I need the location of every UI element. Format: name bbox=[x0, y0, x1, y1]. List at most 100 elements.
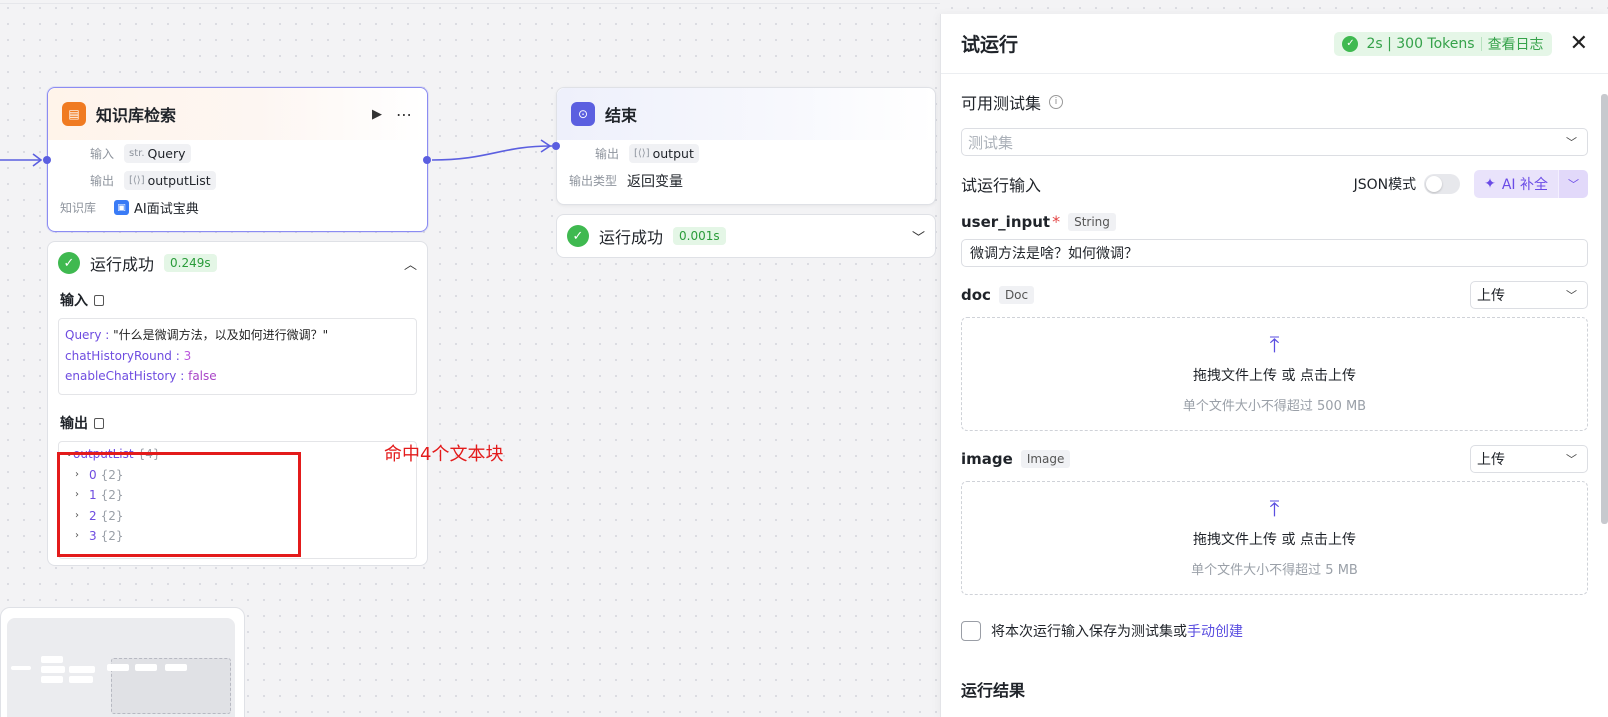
input-line-history-round: chatHistoryRound : 3 bbox=[65, 348, 192, 363]
run-result-label: 运行结果 bbox=[961, 681, 1026, 700]
end-input-port[interactable] bbox=[552, 142, 560, 150]
edge-kb-to-end-arrow bbox=[540, 139, 552, 153]
kb-output-port[interactable] bbox=[423, 156, 431, 164]
end-output-kind-value: 返回变量 bbox=[627, 173, 683, 190]
user-input-type: String bbox=[1068, 212, 1116, 231]
kb-output-value: outputList bbox=[147, 173, 211, 188]
info-icon[interactable]: i bbox=[1049, 95, 1064, 109]
input-value: 3 bbox=[183, 348, 192, 363]
image-mode-select[interactable]: 上传 ﹀ bbox=[1470, 445, 1588, 473]
testset-select[interactable]: 测试集 ﹀ bbox=[961, 128, 1588, 156]
user-input-name: user_input bbox=[961, 212, 1051, 231]
run-input-label: 试运行输入 bbox=[961, 176, 1042, 195]
view-log-link[interactable]: 查看日志 bbox=[1488, 34, 1544, 54]
kb-node-title: 知识库检索 bbox=[96, 106, 177, 125]
image-upload-area[interactable]: ⤒ 拖拽文件上传 或 点击上传 单个文件大小不得超过 5 MB bbox=[961, 481, 1588, 595]
end-node-icon: ⊙ bbox=[571, 102, 595, 126]
end-run-status: 运行成功 bbox=[599, 228, 664, 247]
input-line-query: Query : "什么是微调方法，以及如何进行微调？" bbox=[65, 328, 329, 342]
doc-upload-area[interactable]: ⤒ 拖拽文件上传 或 点击上传 单个文件大小不得超过 500 MB bbox=[961, 317, 1588, 431]
upload-icon: ⤒ bbox=[1269, 332, 1280, 358]
input-line-enable-history: enableChatHistory : false bbox=[65, 369, 217, 383]
save-testset-checkbox[interactable] bbox=[961, 621, 981, 641]
canvas-top-border bbox=[0, 3, 940, 4]
input-key: Query bbox=[65, 328, 102, 342]
doc-mode-value: 上传 bbox=[1477, 288, 1505, 304]
play-icon[interactable]: ▶ bbox=[372, 107, 382, 122]
kb-input-value: Query bbox=[147, 146, 186, 161]
testset-placeholder: 测试集 bbox=[968, 133, 1014, 152]
kb-run-input-title: 输入 bbox=[60, 293, 88, 309]
input-value: false bbox=[188, 369, 217, 383]
panel-header: 试运行 ✓ 2s | 300 Tokens 查看日志 ✕ bbox=[941, 14, 1608, 74]
chevron-down-icon[interactable]: ﹀ bbox=[912, 227, 925, 246]
panel-scrollbar[interactable] bbox=[1601, 94, 1608, 524]
end-node-header: ⊙ 结束 bbox=[557, 88, 935, 140]
chevron-down-icon[interactable]: ﹀ bbox=[1558, 170, 1588, 198]
copy-icon[interactable] bbox=[94, 417, 104, 429]
image-upload-main: 拖拽文件上传 或 点击上传 bbox=[1193, 531, 1356, 548]
kb-source-chip: ▣ AI面试宝典 bbox=[114, 198, 199, 217]
chevron-down-icon: ﹀ bbox=[1566, 136, 1577, 149]
json-mode-toggle[interactable] bbox=[1424, 174, 1461, 194]
sparkle-icon: ✦ bbox=[1484, 176, 1496, 192]
kb-run-input-section: 输入 bbox=[48, 284, 427, 316]
doc-upload-main: 拖拽文件上传 或 点击上传 bbox=[1193, 367, 1356, 384]
type-array-tag: [⟨⟩] bbox=[129, 175, 145, 186]
close-icon[interactable]: ✕ bbox=[1570, 31, 1588, 56]
end-node[interactable]: ⊙ 结束 输出 [⟨⟩] output 输出类型 返回变量 bbox=[556, 87, 936, 205]
kb-run-input-box: Query : "什么是微调方法，以及如何进行微调？" chatHistoryR… bbox=[58, 318, 417, 395]
annotation-highlight-box bbox=[57, 452, 301, 557]
end-run-time: 0.001s bbox=[673, 227, 726, 245]
manual-create-link[interactable]: 手动创建 bbox=[1187, 621, 1243, 641]
success-check-icon: ✓ bbox=[58, 252, 80, 274]
image-mode-value: 上传 bbox=[1477, 452, 1505, 468]
kb-input-label: 输入 bbox=[89, 147, 114, 161]
copy-icon[interactable] bbox=[94, 294, 104, 306]
edge-into-kb-arrow bbox=[32, 153, 43, 167]
end-output-value: output bbox=[652, 146, 694, 161]
chevron-up-icon[interactable]: ︿ bbox=[404, 254, 417, 273]
json-mode-label: JSON模式 bbox=[1353, 177, 1417, 193]
run-status-time: 2s | 300 Tokens bbox=[1366, 35, 1475, 52]
kb-output-chip: [⟨⟩] outputList bbox=[124, 171, 216, 190]
panel-title: 试运行 bbox=[961, 34, 1019, 56]
image-name: image bbox=[961, 450, 1013, 468]
ai-fill-label: AI 补全 bbox=[1501, 177, 1548, 193]
doc-upload-sub: 单个文件大小不得超过 500 MB bbox=[1182, 398, 1367, 414]
upload-icon: ⤒ bbox=[1269, 496, 1280, 522]
testset-label-text: 可用测试集 bbox=[961, 94, 1042, 113]
kb-run-output-section: 输出 bbox=[48, 407, 427, 439]
knowledge-base-node[interactable]: ▤ 知识库检索 ▶ ⋯ 输入 str. Query 输出 [⟨⟩] outputLi… bbox=[47, 87, 428, 232]
chevron-down-icon: ﹀ bbox=[1566, 453, 1577, 466]
minimap[interactable] bbox=[0, 607, 245, 717]
annotation-label: 命中4个文本块 bbox=[384, 444, 504, 465]
kb-run-status: 运行成功 bbox=[90, 255, 155, 274]
kb-input-port[interactable] bbox=[43, 156, 51, 164]
input-value: "什么是微调方法，以及如何进行微调？" bbox=[113, 328, 329, 342]
save-testset-text: 将本次运行输入保存为测试集或 bbox=[991, 624, 1187, 640]
kb-run-header[interactable]: ✓ 运行成功 0.249s ︿ bbox=[48, 242, 427, 284]
testset-label: 可用测试集 i bbox=[961, 90, 1588, 114]
knowledge-base-icon: ▤ bbox=[62, 102, 86, 126]
input-key: chatHistoryRound bbox=[65, 348, 172, 363]
end-run-result[interactable]: ✓ 运行成功 0.001s ﹀ bbox=[556, 214, 936, 258]
kb-output-label: 输出 bbox=[89, 174, 114, 188]
dataset-icon: ▣ bbox=[114, 200, 129, 215]
type-object-tag: [⟨⟩] bbox=[634, 148, 650, 159]
user-input-field[interactable]: 微调方法是啥？如何微调？ bbox=[961, 239, 1588, 267]
doc-mode-select[interactable]: 上传 ﹀ bbox=[1470, 281, 1588, 309]
kb-node-header: ▤ 知识库检索 ▶ ⋯ bbox=[48, 88, 427, 140]
required-mark: * bbox=[1052, 212, 1061, 231]
input-key: enableChatHistory bbox=[65, 369, 177, 383]
success-check-icon: ✓ bbox=[1342, 35, 1359, 52]
end-output-label: 输出 bbox=[594, 147, 619, 161]
more-icon[interactable]: ⋯ bbox=[396, 105, 413, 124]
chevron-down-icon: ﹀ bbox=[1566, 289, 1577, 302]
doc-type: Doc bbox=[998, 286, 1035, 304]
ai-fill-button[interactable]: ✦ AI 补全 ﹀ bbox=[1474, 170, 1588, 198]
test-run-panel: 试运行 ✓ 2s | 300 Tokens 查看日志 ✕ 可用测试集 i 测试集… bbox=[940, 14, 1608, 717]
kb-run-output-title: 输出 bbox=[60, 416, 88, 432]
end-output-chip: [⟨⟩] output bbox=[629, 144, 699, 163]
type-str-tag: str. bbox=[129, 148, 145, 159]
